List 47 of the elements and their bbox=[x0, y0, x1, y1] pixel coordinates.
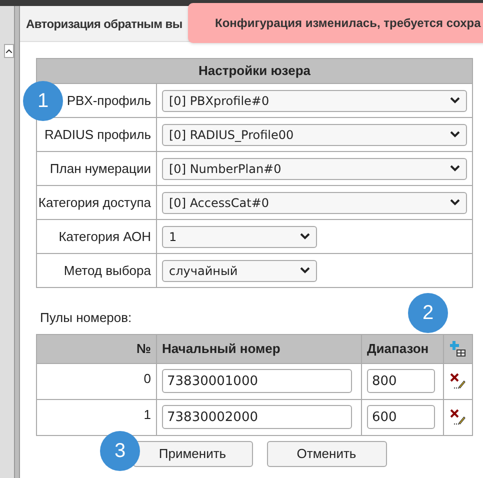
select-value: [0] AccessCat#0 bbox=[169, 194, 270, 212]
start-number-input[interactable]: 73830002000 bbox=[162, 405, 352, 429]
step-badge: 2 bbox=[408, 293, 448, 333]
column-header: Начальный номер bbox=[156, 334, 362, 363]
row-number: 0 bbox=[144, 370, 151, 386]
select-field[interactable]: 1 bbox=[162, 226, 317, 248]
select-field[interactable]: [0] NumberPlan#0 bbox=[162, 158, 467, 180]
page-title: Авторизация обратным вы bbox=[26, 16, 182, 32]
select-field[interactable]: [0] PBXprofile#0 bbox=[162, 90, 467, 112]
delete-edit-icon[interactable] bbox=[450, 409, 466, 425]
chevron-down-icon bbox=[300, 267, 310, 274]
field-label: RADIUS профиль bbox=[44, 126, 151, 142]
field-label: Категория доступа bbox=[38, 194, 151, 210]
start-number-input[interactable]: 73830001000 bbox=[162, 369, 352, 393]
chevron-down-icon bbox=[450, 165, 460, 172]
select-value: [0] PBXprofile#0 bbox=[169, 92, 270, 110]
settings-header: Настройки юзера bbox=[36, 58, 472, 84]
field-label: Категория АОН bbox=[58, 228, 151, 244]
range-input[interactable]: 600 bbox=[367, 405, 435, 429]
field-label: Метод выбора bbox=[64, 262, 151, 278]
chevron-down-icon bbox=[450, 97, 460, 104]
notification-text: Конфигурация изменилась, требуется сохра bbox=[215, 15, 481, 32]
delete-edit-icon[interactable] bbox=[450, 373, 466, 389]
select-value: случайный bbox=[169, 262, 238, 280]
range-input[interactable]: 800 bbox=[367, 369, 435, 393]
select-value: [0] NumberPlan#0 bbox=[169, 160, 282, 178]
step-badge: 1 bbox=[23, 81, 63, 121]
chevron-up-icon bbox=[6, 49, 12, 53]
step-badge: 3 bbox=[100, 431, 140, 471]
chevron-down-icon bbox=[450, 131, 460, 138]
chevron-down-icon bbox=[450, 199, 460, 206]
select-field[interactable]: [0] AccessCat#0 bbox=[162, 192, 467, 214]
select-field[interactable]: [0] RADIUS_Profile00 bbox=[162, 124, 467, 146]
column-header: Диапазон bbox=[362, 334, 444, 363]
select-value: 1 bbox=[169, 228, 177, 246]
add-table-icon[interactable] bbox=[450, 340, 466, 356]
chevron-down-icon bbox=[300, 233, 310, 240]
select-field[interactable]: случайный bbox=[162, 260, 317, 282]
action-button[interactable]: Отменить bbox=[266, 440, 386, 466]
row-number: 1 bbox=[144, 406, 151, 422]
select-value: [0] RADIUS_Profile00 bbox=[169, 126, 294, 144]
pools-title: Пулы номеров: bbox=[39, 309, 132, 327]
field-label: PBX-профиль bbox=[66, 92, 151, 108]
scroll-up-button[interactable] bbox=[4, 44, 14, 58]
action-button[interactable]: Применить bbox=[132, 440, 252, 466]
column-header: № bbox=[36, 334, 156, 363]
field-label: План нумерации bbox=[50, 160, 151, 176]
